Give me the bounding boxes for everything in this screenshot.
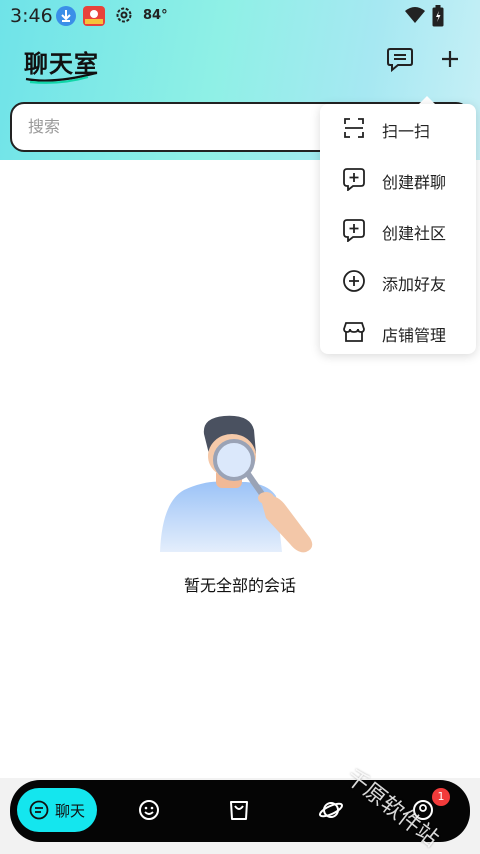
notification-badge: 1 xyxy=(432,788,450,806)
nav-tab-emoji[interactable] xyxy=(134,795,164,825)
empty-state-illustration xyxy=(160,415,313,553)
chat-plus-icon xyxy=(342,167,366,195)
menu-item-add-friend[interactable]: 添加好友 xyxy=(320,257,476,307)
status-bar: 3:46 84° xyxy=(0,0,480,32)
menu-item-label: 创建社区 xyxy=(382,224,447,243)
search-input[interactable] xyxy=(28,104,328,148)
nav-tab-chat[interactable]: 聊天 xyxy=(17,788,97,832)
add-button[interactable] xyxy=(437,46,469,74)
title-underline-decoration xyxy=(25,71,97,84)
circle-plus-icon xyxy=(342,269,366,297)
battery-icon xyxy=(432,5,444,31)
nav-tab-label: 聊天 xyxy=(55,802,86,820)
empty-state-text: 暂无全部的会话 xyxy=(183,576,296,595)
chat-icon xyxy=(29,800,49,824)
store-icon xyxy=(342,320,366,348)
menu-item-create-group[interactable]: 创建群聊 xyxy=(320,155,476,205)
nav-tab-shop[interactable] xyxy=(224,795,254,825)
status-temperature: 84° xyxy=(143,8,168,23)
download-icon xyxy=(56,6,76,26)
scan-icon xyxy=(342,116,366,144)
app-notification-icon xyxy=(83,6,105,26)
plus-icon xyxy=(437,51,463,76)
message-list-icon xyxy=(386,48,414,76)
menu-item-label: 添加好友 xyxy=(382,275,447,294)
status-time: 3:46 xyxy=(10,5,53,27)
menu-item-label: 创建群聊 xyxy=(382,173,447,192)
wifi-icon xyxy=(404,6,426,28)
menu-item-store-management[interactable]: 店铺管理 xyxy=(320,308,476,358)
chat-plus-icon xyxy=(342,218,366,246)
menu-item-label: 店铺管理 xyxy=(382,326,447,345)
planet-icon xyxy=(316,802,346,829)
menu-item-create-community[interactable]: 创建社区 xyxy=(320,206,476,256)
menu-item-label: 扫一扫 xyxy=(382,122,431,141)
message-list-button[interactable] xyxy=(386,46,418,74)
add-menu: 扫一扫 创建群聊 创建社区 添加好友 店铺管理 xyxy=(320,104,476,354)
shopping-bag-icon xyxy=(224,801,254,829)
gear-icon xyxy=(114,5,134,29)
menu-item-scan[interactable]: 扫一扫 xyxy=(320,104,476,154)
nav-tab-discover[interactable] xyxy=(316,795,346,825)
smiley-icon xyxy=(134,800,164,829)
